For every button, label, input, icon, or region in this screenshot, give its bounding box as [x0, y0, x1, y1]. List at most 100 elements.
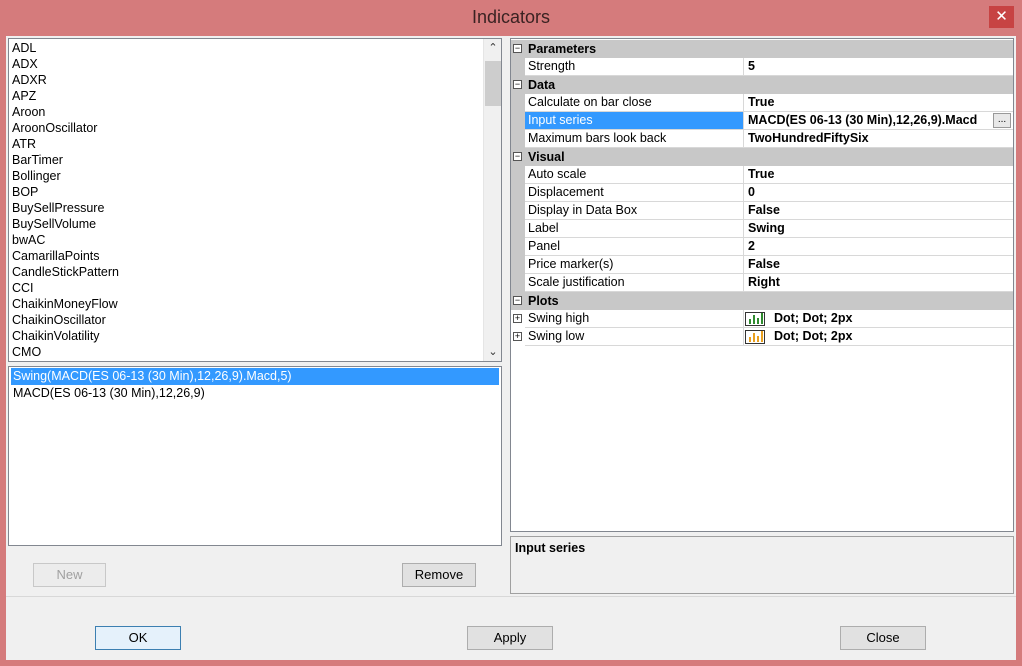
category-plots[interactable]: − Plots	[511, 292, 1013, 310]
property-value[interactable]: Dot; Dot; 2px	[771, 328, 1011, 345]
category-label: Plots	[528, 294, 559, 308]
property-row-maximum-bars-look-back[interactable]: Maximum bars look back TwoHundredFiftySi…	[511, 130, 1013, 148]
property-row-auto-scale[interactable]: Auto scale True	[511, 166, 1013, 184]
plot-color-high-icon	[745, 312, 765, 326]
row-margin	[511, 130, 525, 148]
indicator-list-item[interactable]: ADL	[12, 40, 36, 56]
collapse-icon[interactable]: −	[513, 44, 522, 53]
property-row-swing-low[interactable]: + Swing low Dot; Dot; 2px	[511, 328, 1013, 346]
property-value[interactable]: 0	[745, 184, 1013, 201]
indicator-list-item[interactable]: BuySellVolume	[12, 216, 96, 232]
applied-indicators-list[interactable]: Swing(MACD(ES 06-13 (30 Min),12,26,9).Ma…	[8, 366, 502, 546]
row-margin	[511, 166, 525, 184]
property-name: Label	[525, 220, 744, 237]
close-window-button[interactable]: ✕	[989, 6, 1014, 28]
property-row-scale-justification[interactable]: Scale justification Right	[511, 274, 1013, 292]
property-value[interactable]: True	[745, 94, 1013, 111]
window-title: Indicators	[471, 7, 551, 27]
indicator-list[interactable]: ADL ADX ADXR APZ Aroon AroonOscillator ATR BarT…	[8, 38, 502, 362]
property-row-swing-high[interactable]: + Swing high Dot; Dot; 2px	[511, 310, 1013, 328]
indicator-list-item[interactable]: ADX	[12, 56, 38, 72]
property-value[interactable]: Swing	[745, 220, 1013, 237]
property-name: Maximum bars look back	[525, 130, 744, 147]
category-data[interactable]: − Data	[511, 76, 1013, 94]
property-row-calculate-on-bar-close[interactable]: Calculate on bar close True	[511, 94, 1013, 112]
indicator-list-item[interactable]: BarTimer	[12, 152, 63, 168]
property-value[interactable]: TwoHundredFiftySix	[745, 130, 1013, 147]
indicator-list-item[interactable]: Bollinger	[12, 168, 61, 184]
indicator-list-item[interactable]: BuySellPressure	[12, 200, 104, 216]
ok-button[interactable]: OK	[95, 626, 181, 650]
row-margin	[511, 274, 525, 292]
indicator-list-item[interactable]: APZ	[12, 88, 36, 104]
property-value[interactable]: False	[745, 202, 1013, 219]
applied-item-macd[interactable]: MACD(ES 06-13 (30 Min),12,26,9)	[11, 385, 205, 402]
indicator-list-item[interactable]: AroonOscillator	[12, 120, 97, 136]
property-name: Auto scale	[525, 166, 744, 183]
close-button[interactable]: Close	[840, 626, 926, 650]
collapse-icon[interactable]: −	[513, 296, 522, 305]
applied-item-swing[interactable]: Swing(MACD(ES 06-13 (30 Min),12,26,9).Ma…	[11, 368, 499, 385]
property-name: Calculate on bar close	[525, 94, 744, 111]
property-row-input-series[interactable]: Input series MACD(ES 06-13 (30 Min),12,2…	[511, 112, 1013, 130]
property-name: Swing high	[525, 310, 744, 327]
property-name: Swing low	[525, 328, 744, 345]
collapse-icon[interactable]: −	[513, 152, 522, 161]
category-label: Data	[528, 78, 556, 92]
category-label: Parameters	[528, 42, 597, 56]
expand-icon[interactable]: +	[513, 332, 522, 341]
property-row-panel[interactable]: Panel 2	[511, 238, 1013, 256]
property-name: Displacement	[525, 184, 744, 201]
property-value[interactable]: False	[745, 256, 1013, 273]
ellipsis-button[interactable]: ...	[993, 113, 1011, 128]
indicator-list-item[interactable]: ChaikinOscillator	[12, 312, 106, 328]
property-name: Price marker(s)	[525, 256, 744, 273]
property-value[interactable]: MACD(ES 06-13 (30 Min),12,26,9).Macd	[745, 112, 991, 129]
property-row-price-markers[interactable]: Price marker(s) False	[511, 256, 1013, 274]
category-visual[interactable]: − Visual	[511, 148, 1013, 166]
property-grid: − Parameters Strength 5 − Data Calculate…	[510, 38, 1014, 532]
apply-button[interactable]: Apply	[467, 626, 553, 650]
property-name: Strength	[525, 58, 744, 75]
scroll-up-icon[interactable]: ⌃	[484, 39, 501, 57]
indicator-list-item[interactable]: CandleStickPattern	[12, 264, 119, 280]
indicator-list-item[interactable]: CMO	[12, 344, 41, 360]
property-name: Display in Data Box	[525, 202, 744, 219]
remove-button[interactable]: Remove	[402, 563, 476, 587]
indicators-window: Indicators ✕ ADL ADX ADXR APZ Aroon AroonOsci…	[0, 0, 1022, 666]
property-value[interactable]: 2	[745, 238, 1013, 255]
property-row-strength[interactable]: Strength 5	[511, 58, 1013, 76]
title-bar: Indicators ✕	[0, 0, 1022, 36]
row-margin	[511, 256, 525, 274]
row-margin	[511, 94, 525, 112]
expand-icon[interactable]: +	[513, 314, 522, 323]
property-value[interactable]: Dot; Dot; 2px	[771, 310, 1011, 327]
row-margin	[511, 112, 525, 130]
indicator-list-item[interactable]: ATR	[12, 136, 36, 152]
description-title: Input series	[515, 541, 586, 555]
indicator-list-item[interactable]: ChaikinMoneyFlow	[12, 296, 118, 312]
property-row-display-in-data-box[interactable]: Display in Data Box False	[511, 202, 1013, 220]
property-name: Input series	[525, 112, 744, 129]
row-margin	[511, 220, 525, 238]
indicator-list-item[interactable]: CamarillaPoints	[12, 248, 100, 264]
indicator-list-item[interactable]: BOP	[12, 184, 38, 200]
property-row-displacement[interactable]: Displacement 0	[511, 184, 1013, 202]
indicator-list-item[interactable]: CCI	[12, 280, 34, 296]
indicator-list-item[interactable]: ChaikinVolatility	[12, 328, 100, 344]
property-description-panel: Input series	[510, 536, 1014, 594]
category-label: Visual	[528, 150, 565, 164]
property-row-label[interactable]: Label Swing	[511, 220, 1013, 238]
property-value[interactable]: Right	[745, 274, 1013, 291]
indicator-list-item[interactable]: Aroon	[12, 104, 45, 120]
indicator-list-item[interactable]: bwAC	[12, 232, 45, 248]
property-value[interactable]: True	[745, 166, 1013, 183]
collapse-icon[interactable]: −	[513, 80, 522, 89]
new-button[interactable]: New	[33, 563, 106, 587]
scroll-down-icon[interactable]: ⌄	[484, 343, 501, 361]
indicator-list-item[interactable]: ADXR	[12, 72, 47, 88]
indicator-list-scrollbar[interactable]: ⌃ ⌄	[483, 39, 501, 361]
scrollbar-thumb[interactable]	[485, 61, 501, 106]
property-value[interactable]: 5	[745, 58, 1013, 75]
category-parameters[interactable]: − Parameters	[511, 40, 1013, 58]
